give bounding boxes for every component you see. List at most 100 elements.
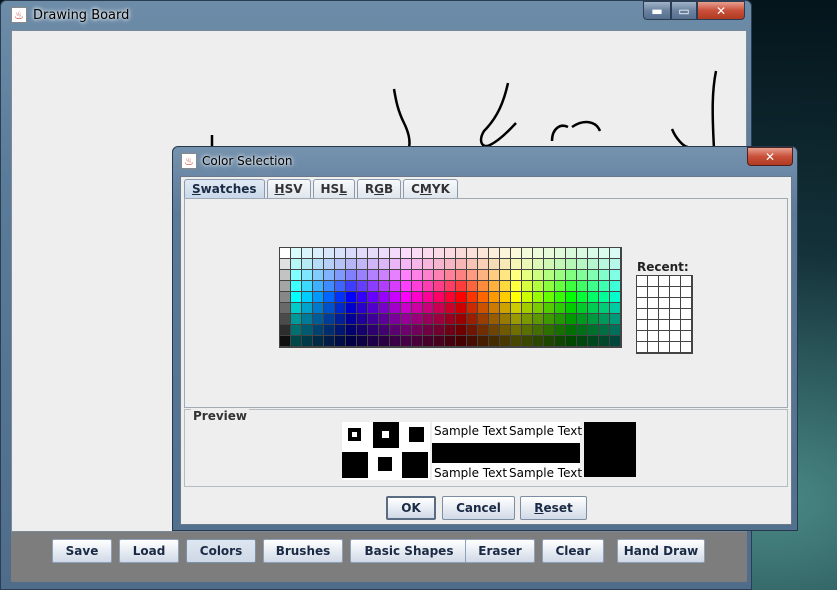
swatch[interactable]: [335, 303, 345, 313]
cancel-button[interactable]: Cancel: [442, 496, 515, 520]
swatch[interactable]: [500, 325, 510, 335]
recent-swatch[interactable]: [659, 298, 669, 308]
swatch[interactable]: [379, 325, 389, 335]
swatch[interactable]: [390, 292, 400, 302]
recent-swatch[interactable]: [681, 287, 691, 297]
swatch[interactable]: [445, 270, 455, 280]
swatch[interactable]: [390, 248, 400, 258]
swatch[interactable]: [302, 303, 312, 313]
recent-swatch-grid[interactable]: [636, 275, 693, 354]
clear-button[interactable]: Clear: [542, 539, 604, 563]
swatch[interactable]: [280, 270, 290, 280]
swatch[interactable]: [544, 292, 554, 302]
swatch[interactable]: [456, 292, 466, 302]
swatch[interactable]: [555, 259, 565, 269]
swatch[interactable]: [456, 248, 466, 258]
swatch[interactable]: [445, 314, 455, 324]
recent-swatch[interactable]: [648, 276, 658, 286]
swatch[interactable]: [533, 325, 543, 335]
swatch[interactable]: [379, 336, 389, 346]
swatch[interactable]: [566, 281, 576, 291]
swatch[interactable]: [390, 281, 400, 291]
swatch[interactable]: [467, 292, 477, 302]
swatch[interactable]: [324, 259, 334, 269]
swatch[interactable]: [324, 325, 334, 335]
swatch[interactable]: [577, 259, 587, 269]
swatch[interactable]: [346, 248, 356, 258]
swatch[interactable]: [357, 292, 367, 302]
swatch[interactable]: [379, 248, 389, 258]
swatch[interactable]: [544, 303, 554, 313]
swatch[interactable]: [610, 314, 620, 324]
swatch[interactable]: [423, 248, 433, 258]
swatch[interactable]: [522, 303, 532, 313]
swatch[interactable]: [500, 314, 510, 324]
swatch[interactable]: [434, 259, 444, 269]
recent-swatch[interactable]: [670, 342, 680, 352]
dialog-close-button[interactable]: ✕: [747, 147, 793, 166]
swatch[interactable]: [390, 314, 400, 324]
swatch[interactable]: [324, 336, 334, 346]
swatch[interactable]: [555, 314, 565, 324]
recent-swatch[interactable]: [681, 342, 691, 352]
swatch[interactable]: [610, 259, 620, 269]
tab-cmyk[interactable]: C M YK: [403, 179, 458, 198]
swatch[interactable]: [566, 303, 576, 313]
swatch[interactable]: [346, 281, 356, 291]
swatch[interactable]: [379, 303, 389, 313]
swatch[interactable]: [555, 292, 565, 302]
recent-swatch[interactable]: [648, 309, 658, 319]
swatch[interactable]: [478, 303, 488, 313]
swatch[interactable]: [610, 303, 620, 313]
swatch[interactable]: [544, 325, 554, 335]
swatch[interactable]: [456, 336, 466, 346]
swatch[interactable]: [533, 281, 543, 291]
swatch[interactable]: [522, 292, 532, 302]
swatch[interactable]: [434, 292, 444, 302]
swatch[interactable]: [522, 281, 532, 291]
recent-swatch[interactable]: [659, 276, 669, 286]
swatch[interactable]: [599, 259, 609, 269]
swatch[interactable]: [555, 325, 565, 335]
tab-hsl[interactable]: HS L: [312, 179, 355, 198]
swatch[interactable]: [368, 292, 378, 302]
swatch[interactable]: [412, 325, 422, 335]
maximize-button[interactable]: ▭: [671, 1, 697, 20]
swatch[interactable]: [291, 259, 301, 269]
swatch[interactable]: [610, 325, 620, 335]
swatch[interactable]: [500, 336, 510, 346]
swatch[interactable]: [302, 259, 312, 269]
swatch[interactable]: [489, 270, 499, 280]
recent-swatch[interactable]: [670, 331, 680, 341]
recent-swatch[interactable]: [637, 320, 647, 330]
swatch[interactable]: [280, 259, 290, 269]
brushes-button[interactable]: Brushes: [263, 539, 343, 563]
swatch[interactable]: [401, 248, 411, 258]
recent-swatch[interactable]: [637, 298, 647, 308]
swatch[interactable]: [456, 270, 466, 280]
swatch[interactable]: [577, 270, 587, 280]
swatch[interactable]: [280, 281, 290, 291]
swatch[interactable]: [533, 259, 543, 269]
swatch[interactable]: [357, 270, 367, 280]
swatch[interactable]: [335, 325, 345, 335]
recent-swatch[interactable]: [637, 331, 647, 341]
swatch[interactable]: [533, 303, 543, 313]
swatch[interactable]: [599, 314, 609, 324]
swatch[interactable]: [467, 303, 477, 313]
tab-hsv[interactable]: H SV: [266, 179, 311, 198]
swatch[interactable]: [302, 281, 312, 291]
swatch[interactable]: [368, 325, 378, 335]
swatch[interactable]: [291, 325, 301, 335]
swatch[interactable]: [555, 303, 565, 313]
swatch[interactable]: [324, 292, 334, 302]
swatch[interactable]: [302, 325, 312, 335]
swatch[interactable]: [533, 248, 543, 258]
swatch[interactable]: [577, 314, 587, 324]
swatch[interactable]: [445, 336, 455, 346]
swatch[interactable]: [500, 270, 510, 280]
swatch[interactable]: [379, 314, 389, 324]
swatch[interactable]: [401, 336, 411, 346]
swatch[interactable]: [577, 336, 587, 346]
swatch[interactable]: [489, 292, 499, 302]
